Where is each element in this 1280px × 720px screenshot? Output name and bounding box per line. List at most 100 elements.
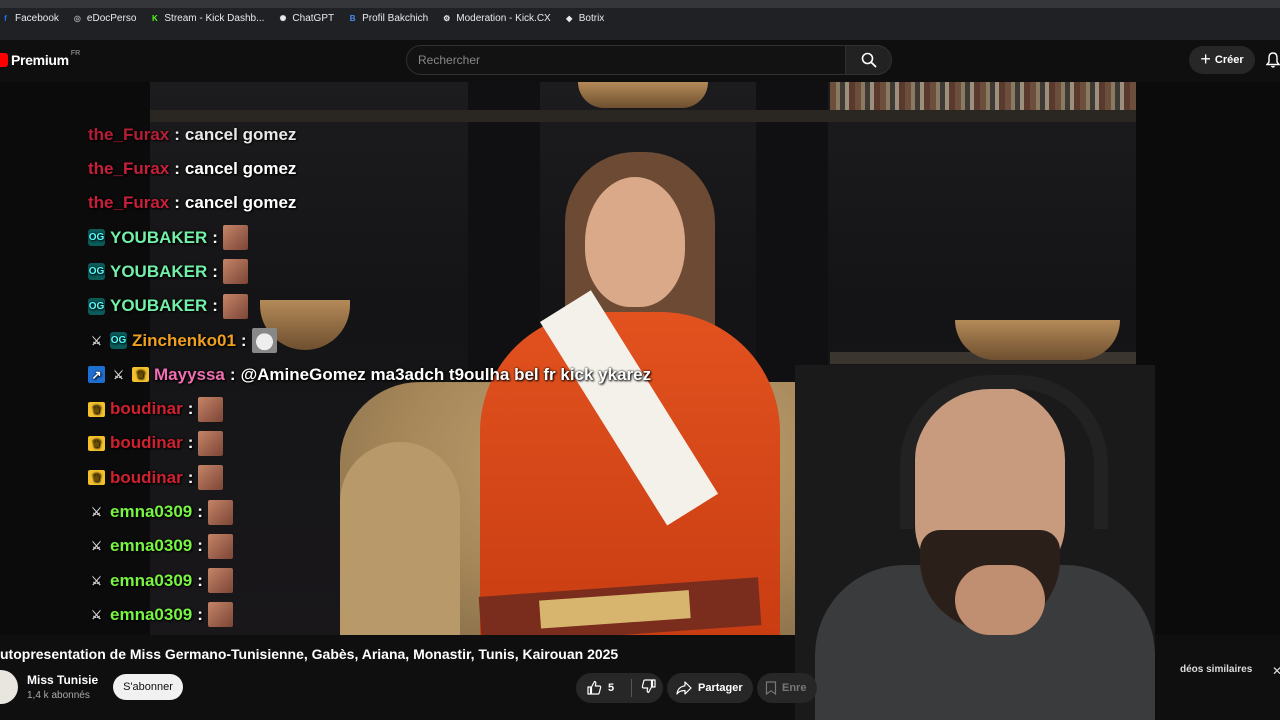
save-button[interactable]: Enre (757, 673, 817, 703)
chat-username[interactable]: emna0309 (110, 536, 192, 556)
sword-badge-icon: ⚔ (113, 367, 124, 382)
chat-message: ⚔ emna0309: (88, 602, 233, 628)
face-emote-icon (207, 499, 233, 525)
logo-region: FR (70, 49, 81, 57)
chat-message: the_Furax: cancel gomez (88, 156, 296, 182)
bookmark-item[interactable]: ✺ ChatGPT (277, 13, 335, 24)
chat-message: OG YOUBAKER: (88, 293, 248, 319)
logo-play-icon (0, 53, 8, 67)
youtube-premium-logo[interactable]: Premium FR (0, 49, 81, 68)
chat-message: ↗ ⚔ ♛ Mayyssa: @AmineGomez ma3adch t9oulha b… (88, 362, 651, 388)
chat-separator: : (174, 193, 180, 213)
chat-message: OG YOUBAKER: (88, 225, 248, 251)
like-count: 5 (608, 682, 615, 694)
bookmark-item[interactable]: B Profil Bakchich (347, 13, 429, 24)
similar-videos-chip[interactable]: déos similaires (1180, 664, 1252, 675)
bookmark-item[interactable]: ⚙ Moderation - Kick.CX (441, 13, 551, 24)
share-icon (676, 681, 692, 695)
face-emote-icon (198, 430, 224, 456)
face-emote-icon (207, 602, 233, 628)
chat-message: ⚔ OG Zinchenko01: (88, 328, 277, 354)
chat-message: ♛ boudinar: (88, 430, 224, 456)
chat-separator: : (174, 159, 180, 178)
chat-text: @AmineGomez ma3adch t9oulha bel fr kick … (240, 364, 652, 384)
channel-info[interactable]: Miss Tunisie 1,4 k abonnés (0, 670, 98, 704)
arrow-badge-icon: ↗ (88, 366, 105, 384)
chat-text: cancel gomez (184, 193, 297, 213)
browser-tab-strip (0, 0, 1280, 8)
share-label: Partager (698, 682, 743, 694)
create-button[interactable]: + Créer (1189, 46, 1255, 74)
og-badge-icon: OG (110, 332, 127, 349)
streamer-hand (955, 565, 1045, 635)
chat-separator: : (212, 261, 218, 281)
bookmarks-bar: f Facebook ◎ eDocPerso K Stream - Kick Dashb.… (0, 0, 1280, 40)
notification-bell-icon[interactable] (1266, 52, 1280, 68)
chevron-right-icon[interactable]: ✕ (1272, 664, 1280, 678)
crown-badge-icon: ♛ (88, 470, 105, 486)
botrix-icon: ◆ (566, 14, 573, 23)
chat-username: the_Furax (88, 125, 170, 144)
face-emote-icon (207, 568, 233, 594)
chat-username[interactable]: boudinar (110, 468, 183, 488)
chat-username[interactable]: Mayyssa (154, 365, 225, 385)
site-header: Premium FR + Créer (0, 40, 1280, 82)
chat-username[interactable]: Zinchenko01 (132, 331, 236, 351)
search-button[interactable] (846, 45, 892, 75)
save-label: Enre (782, 682, 807, 694)
chat-message-partial: the_Furax : cancel gomez (88, 122, 296, 148)
chat-username[interactable]: emna0309 (110, 502, 192, 522)
chat-message: the_Furax: cancel gomez (88, 190, 296, 216)
chat-separator: : (187, 467, 194, 487)
bookmark-icon (765, 681, 777, 695)
bookmark-label: Profil Bakchich (362, 13, 429, 24)
chat-username[interactable]: boudinar (110, 433, 183, 453)
chat-username[interactable]: boudinar (110, 399, 183, 419)
bookmark-label: ChatGPT (292, 13, 335, 24)
chat-separator: : (229, 364, 236, 384)
chat-username[interactable]: the_Furax (88, 159, 169, 179)
bookmark-item[interactable]: ◎ eDocPerso (72, 13, 136, 24)
subscribe-button[interactable]: S'abonner (113, 674, 183, 700)
og-badge-icon: OG (88, 263, 105, 281)
like-button[interactable]: 5 (576, 680, 631, 696)
dislike-button[interactable] (632, 678, 657, 699)
chat-separator: : (197, 570, 203, 590)
chat-username[interactable]: emna0309 (110, 571, 192, 591)
chat-message: ⚔ emna0309: (88, 568, 233, 594)
chat-separator: : (197, 502, 203, 521)
bookmark-item[interactable]: K Stream - Kick Dashb... (149, 13, 264, 24)
chat-text: cancel gomez (184, 159, 297, 178)
face-emote-icon (198, 396, 224, 422)
chat-username[interactable]: the_Furax (88, 193, 169, 213)
chat-separator: : (212, 227, 218, 247)
channel-avatar[interactable] (0, 670, 18, 704)
chat-username[interactable]: YOUBAKER (110, 262, 207, 282)
chat-username[interactable]: YOUBAKER (110, 296, 207, 316)
channel-name[interactable]: Miss Tunisie (27, 673, 98, 687)
chat-separator: : (187, 433, 194, 453)
share-button[interactable]: Partager (667, 673, 753, 703)
face-emote-icon (222, 225, 248, 251)
search-input[interactable] (406, 45, 846, 75)
chat-separator: : (240, 330, 247, 350)
bookmark-item[interactable]: ◆ Botrix (564, 13, 604, 24)
og-badge-icon: OG (88, 229, 105, 247)
bookmarks-list: f Facebook ◎ eDocPerso K Stream - Kick Dashb.… (0, 13, 604, 24)
crown-badge-icon: ♛ (88, 401, 105, 417)
search-icon (861, 52, 876, 68)
kick-icon: K (152, 14, 158, 23)
chat-username[interactable]: emna0309 (110, 605, 192, 625)
chat-separator: : (174, 125, 180, 144)
chat-message: ⚔ emna0309: (88, 499, 233, 525)
face-emote-icon (207, 533, 233, 559)
chat-text: cancel gomez (184, 125, 297, 144)
chat-username[interactable]: YOUBAKER (110, 228, 207, 248)
bookmark-item[interactable]: f Facebook (0, 13, 59, 24)
plus-icon: + (1200, 49, 1211, 69)
globe-icon: ◎ (73, 14, 81, 23)
chat-message: OG YOUBAKER: (88, 259, 248, 285)
bookmark-label: Facebook (15, 13, 59, 24)
crown-badge-icon: ♛ (132, 367, 149, 383)
bookmark-label: Stream - Kick Dashb... (164, 13, 265, 24)
